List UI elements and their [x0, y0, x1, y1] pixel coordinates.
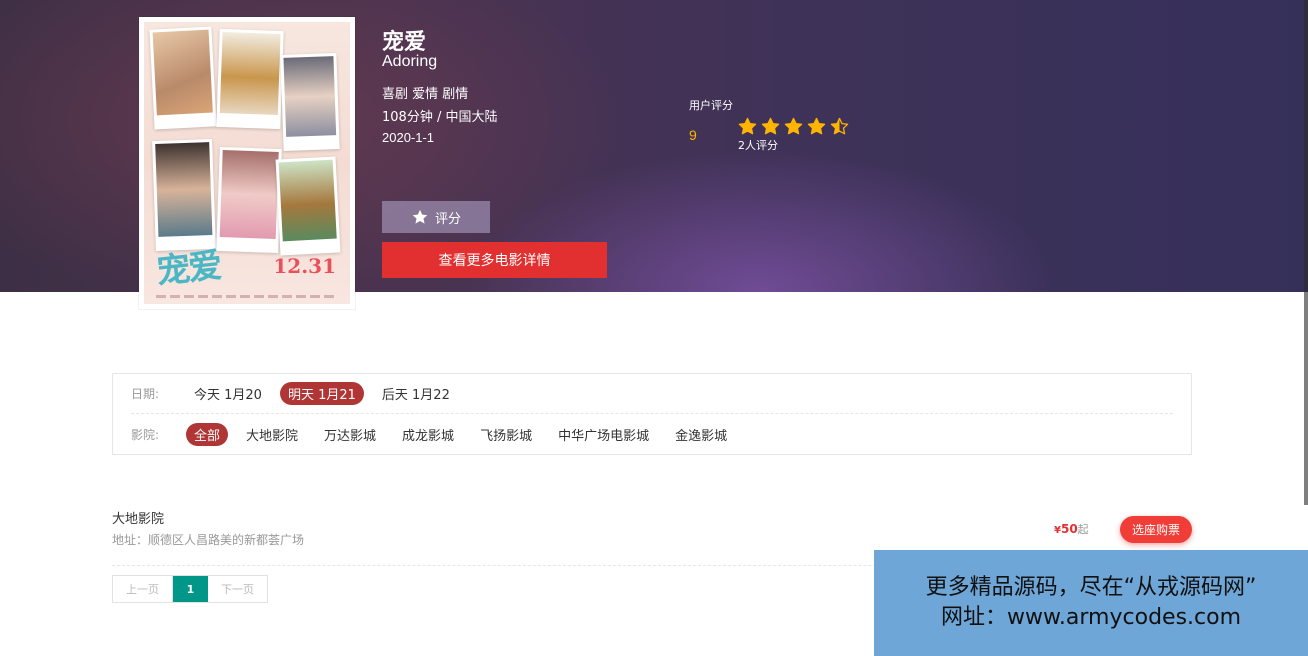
movie-banner: 宠爱 12.31 宠爱 Adoring 喜剧 爱情 剧情 108分钟 / 中国大… [0, 0, 1308, 309]
poster-credits [156, 295, 338, 298]
movie-title: 宠爱 [382, 30, 427, 55]
cinema-option-wanda[interactable]: 万达影城 [316, 423, 384, 446]
cinema-price: ¥50起 [1054, 521, 1089, 537]
price-value: 50 [1060, 522, 1078, 536]
cinema-option-dadi[interactable]: 大地影院 [238, 423, 306, 446]
poster-photo [216, 28, 284, 130]
cinema-name[interactable]: 大地影院 [112, 508, 164, 527]
star-full-icon [784, 117, 803, 135]
poster-photo [149, 26, 217, 130]
page-number-current[interactable]: 1 [173, 576, 208, 602]
cinema-option-all[interactable]: 全部 [186, 422, 229, 446]
star-full-icon [761, 117, 780, 135]
more-details-button[interactable]: 查看更多电影详情 [382, 242, 607, 278]
date-filter-label: 日期: [131, 387, 160, 401]
poster-artwork: 宠爱 12.31 [144, 22, 350, 304]
movie-english-title: Adoring [382, 53, 438, 70]
poster-title: 宠爱 [154, 245, 223, 293]
rating-stars [738, 117, 849, 136]
price-suffix: 起 [1077, 523, 1089, 536]
rating-count: 2人评分 [738, 139, 778, 152]
date-option-today[interactable]: 今天 1月20 [186, 382, 270, 405]
price-currency: ¥ [1054, 525, 1061, 536]
cinema-option-chenglong[interactable]: 成龙影城 [394, 423, 462, 446]
cinema-option-zhonghua[interactable]: 中华广场电影城 [550, 423, 657, 446]
cinema-option-jinyi[interactable]: 金逸影城 [667, 423, 735, 446]
watermark-line-1: 更多精品源码，尽在“从戎源码网” [925, 575, 1257, 600]
star-icon [412, 209, 428, 224]
movie-poster[interactable]: 宠爱 12.31 [139, 17, 355, 309]
poster-photo [216, 146, 282, 254]
poster-photo [152, 138, 216, 252]
star-full-icon [807, 117, 826, 135]
poster-date: 12.31 [273, 254, 336, 278]
showtime-filters: 日期: 今天 1月20 明天 1月21 后天 1月22 影院: 全部 大地影院 … [112, 373, 1192, 455]
movie-detail-page: 宠爱 12.31 宠爱 Adoring 喜剧 爱情 剧情 108分钟 / 中国大… [0, 0, 1308, 656]
next-page-button[interactable]: 下一页 [208, 576, 267, 602]
cinema-filter-label: 影院: [131, 427, 160, 442]
date-filter-row: 日期: 今天 1月20 明天 1月21 后天 1月22 [131, 374, 1173, 414]
watermark-line-2: 网址：www.armycodes.com [940, 605, 1242, 630]
rating-label: 用户评分 [689, 99, 733, 112]
movie-genres: 喜剧 爱情 剧情 [382, 87, 469, 102]
cinema-address: 地址：顺德区人昌路美的新都荟广场 [112, 533, 305, 547]
cinema-option-feiyang[interactable]: 飞扬影城 [472, 423, 540, 446]
pagination: 上一页 1 下一页 [112, 575, 268, 603]
star-full-icon [738, 117, 757, 135]
buy-ticket-button[interactable]: 选座购票 [1120, 516, 1192, 543]
prev-page-button[interactable]: 上一页 [113, 576, 173, 602]
watermark-banner: 更多精品源码，尽在“从戎源码网” 网址：www.armycodes.com [874, 550, 1308, 656]
cinema-filter-row: 影院: 全部 大地影院 万达影城 成龙影城 飞扬影城 中华广场电影城 金逸影城 [131, 414, 1173, 454]
vertical-scrollbar[interactable] [1304, 0, 1308, 505]
movie-release-date: 2020-1-1 [382, 130, 435, 145]
poster-photo [275, 156, 341, 256]
rating-score: 9 [689, 127, 697, 143]
date-option-tomorrow[interactable]: 明天 1月21 [279, 382, 364, 405]
rate-button[interactable]: 评分 [382, 201, 490, 233]
movie-duration-region: 108分钟 / 中国大陆 [382, 110, 498, 125]
star-half-icon [830, 117, 849, 135]
date-option-day-after[interactable]: 后天 1月22 [374, 382, 458, 405]
rate-button-label: 评分 [434, 211, 461, 227]
poster-photo [280, 53, 340, 151]
